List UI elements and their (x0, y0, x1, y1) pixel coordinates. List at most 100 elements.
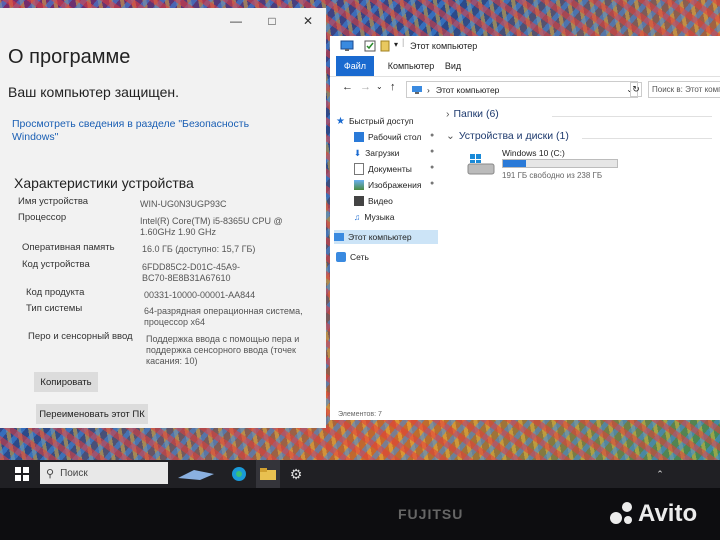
spec-label-ram: Оперативная память (22, 242, 115, 253)
computer-icon (334, 233, 344, 241)
spec-label-pen-touch: Перо и сенсорный ввод (28, 331, 133, 342)
drive-name: Windows 10 (C:) (502, 148, 565, 158)
drive-icon (467, 154, 495, 175)
rename-pc-button[interactable]: Переименовать этот ПК (36, 404, 148, 424)
address-bar-row: ← → ⌄ ↑ › Этот компьютер ⌄ ↻ Поиск в: Эт… (330, 78, 720, 100)
spec-value-product-id: 00331-10000-00001-AA844 (144, 290, 256, 300)
sidebar-item-label: Рабочий стол (368, 132, 422, 142)
sidebar-item-documents[interactable]: Документы (354, 162, 412, 176)
sidebar-item-label: Быстрый доступ (348, 116, 414, 126)
file-explorer-window: ▾ | Этот компьютер Файл Компьютер Вид ← … (330, 36, 720, 420)
sidebar-item-network[interactable]: Сеть (336, 250, 369, 264)
refresh-icon[interactable]: ↻ (630, 82, 642, 97)
taskbar: ⚲ Поиск ⚙ ⌃ (0, 460, 720, 488)
group-divider (582, 138, 712, 139)
sidebar-item-video[interactable]: Видео (354, 194, 393, 208)
back-arrow-icon[interactable]: ← (342, 81, 353, 93)
start-button[interactable] (8, 460, 36, 488)
tab-file[interactable]: Файл (336, 56, 374, 76)
recent-locations-icon[interactable]: ⌄ (376, 82, 383, 91)
pin-icon: ● (430, 132, 435, 139)
drive-usage-bar (502, 159, 618, 168)
desktop-icon (354, 132, 364, 142)
network-icon (336, 252, 346, 262)
spec-value-system-type: 64-разрядная операционная система, проце… (144, 306, 303, 327)
drive-c-item[interactable]: Windows 10 (C:) 191 ГБ свободно из 238 Г… (466, 146, 626, 186)
window-caption-buttons: — □ ✕ (218, 8, 326, 34)
taskbar-edge-button[interactable] (226, 460, 252, 488)
group-label: Устройства и диски (1) (458, 130, 569, 142)
security-link[interactable]: Просмотреть сведения в разделе "Безопасн… (12, 118, 252, 144)
folder-icon (260, 468, 276, 480)
search-input[interactable]: Поиск в: Этот компьютер (648, 81, 720, 98)
taskbar-settings-button[interactable]: ⚙ (284, 460, 308, 488)
avito-watermark: Avito (610, 499, 715, 529)
folders-group-header[interactable]: › Папки (6) (446, 108, 499, 120)
spec-value-device-id: 6FDD85C2-D01C-45A9-BC70-8E8B31A67610 (142, 262, 241, 283)
sidebar-item-label: Изображения (368, 180, 422, 190)
sidebar-item-this-pc[interactable]: Этот компьютер (334, 230, 438, 244)
search-icon: ⚲ (46, 467, 55, 480)
section-title: Характеристики устройства (14, 175, 194, 191)
spec-label-processor: Процессор (18, 212, 67, 223)
spec-label-product-id: Код продукта (26, 287, 85, 298)
copy-button[interactable]: Копировать (34, 372, 98, 392)
drive-usage-fill (503, 160, 526, 167)
video-icon (354, 196, 364, 206)
address-text: Этот компьютер (435, 84, 500, 95)
quick-access-dropdown-icon[interactable]: ▾ (394, 40, 398, 49)
tab-computer[interactable]: Компьютер (378, 56, 444, 76)
windows-logo-icon (15, 467, 29, 481)
taskbar-search-placeholder: Поиск (60, 467, 88, 479)
taskbar-weather-widget[interactable] (172, 460, 222, 488)
chevron-right-icon: › (446, 108, 450, 120)
about-window: — □ ✕ О программе Ваш компьютер защищен.… (0, 8, 326, 428)
spec-value-pen-touch: Поддержка ввода с помощью пера и поддерж… (146, 334, 300, 366)
avito-logo-icon (610, 502, 634, 526)
breadcrumb-chevron-icon: › (427, 84, 430, 95)
pictures-icon (354, 180, 364, 190)
tray-chevron-icon[interactable]: ⌃ (650, 460, 670, 488)
avito-wordmark: Avito (638, 500, 698, 527)
up-arrow-icon[interactable]: ↑ (390, 81, 396, 93)
ribbon-tabs: Файл Компьютер Вид (330, 56, 720, 77)
sidebar-item-music[interactable]: ♫ Музыка (354, 210, 394, 224)
spec-value-ram: 16.0 ГБ (доступно: 15,7 ГБ) (142, 244, 256, 254)
sidebar-item-pictures[interactable]: Изображения (354, 178, 421, 192)
explorer-title: Этот компьютер (410, 41, 478, 51)
sidebar-item-label: Сеть (350, 252, 369, 262)
sidebar-item-quick-access[interactable]: ★ Быстрый доступ (336, 114, 414, 128)
sidebar-item-downloads[interactable]: ⬇ Загрузки (354, 146, 399, 160)
status-bar-count: Элементов: 7 (338, 411, 382, 418)
computer-icon (412, 85, 422, 94)
sidebar-item-label: Документы (368, 164, 412, 174)
titlebar-divider: | (402, 37, 405, 47)
chevron-down-icon: ⌄ (446, 130, 455, 142)
taskbar-explorer-button[interactable] (256, 460, 280, 488)
spec-value-processor: Intel(R) Core(TM) i5-8365U CPU @ 1.60GHz… (140, 216, 283, 237)
weather-icon (178, 470, 214, 480)
close-button[interactable]: ✕ (290, 8, 326, 34)
address-input[interactable]: › Этот компьютер ⌄ (406, 81, 638, 98)
pin-icon: ● (430, 148, 435, 155)
spec-value-device-name: WIN-UG0N3UGP93C (140, 199, 227, 209)
sidebar-item-label: Этот компьютер (348, 232, 412, 242)
tab-view[interactable]: Вид (438, 56, 468, 76)
explorer-titlebar: ▾ | Этот компьютер (330, 36, 720, 56)
documents-icon (354, 163, 364, 175)
forward-arrow-icon[interactable]: → (360, 81, 371, 93)
page-title: О программе (8, 46, 131, 68)
music-icon: ♫ (354, 212, 361, 222)
pin-icon: ● (430, 164, 435, 171)
star-icon: ★ (336, 115, 345, 127)
spec-label-device-name: Имя устройства (18, 196, 89, 207)
properties-icon[interactable] (364, 40, 376, 52)
new-folder-icon[interactable] (380, 40, 390, 52)
devices-group-header[interactable]: ⌄ Устройства и диски (1) (446, 130, 569, 142)
sidebar-item-desktop[interactable]: Рабочий стол (354, 130, 421, 144)
maximize-button[interactable]: □ (254, 8, 290, 34)
spec-label-device-id: Код устройства (22, 259, 90, 270)
taskbar-search-input[interactable]: ⚲ Поиск (40, 462, 168, 484)
minimize-button[interactable]: — (218, 8, 254, 34)
pin-icon: ● (430, 180, 435, 187)
